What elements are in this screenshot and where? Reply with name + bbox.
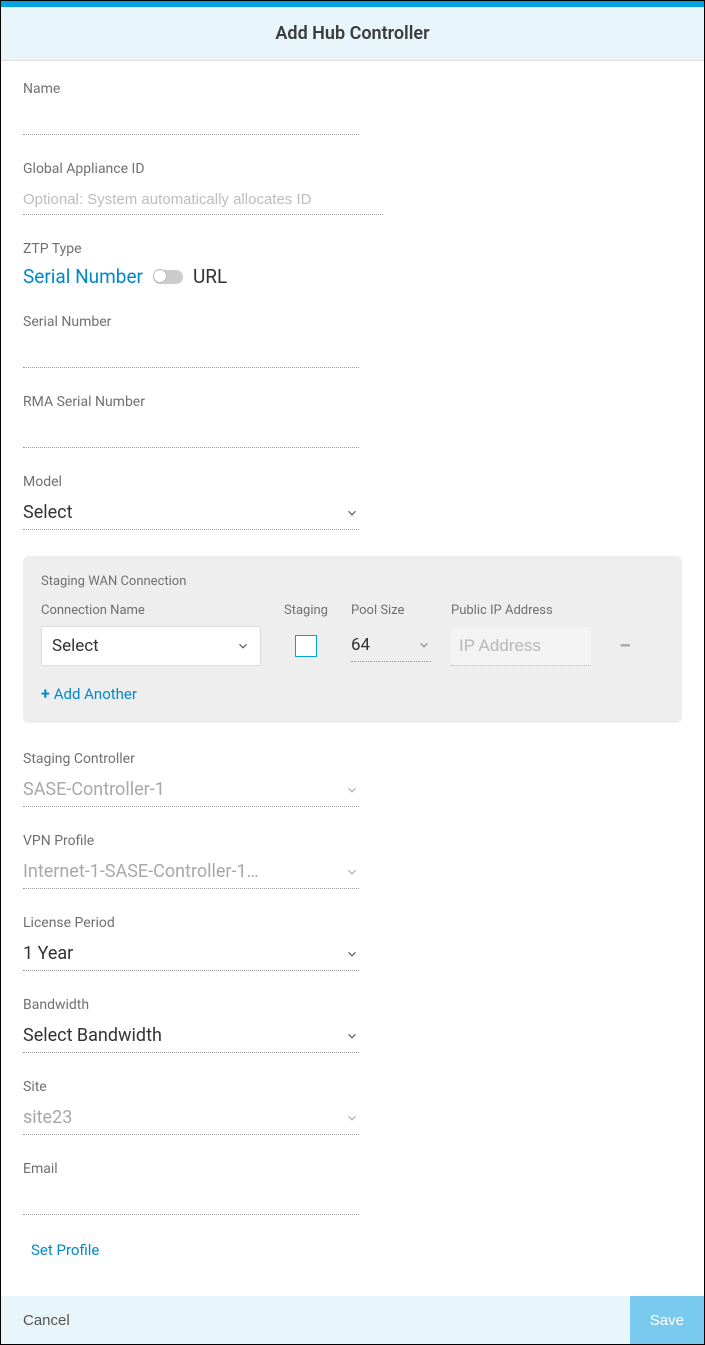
field-ztp-type: ZTP Type Serial Number URL [23, 241, 682, 288]
staging-checkbox[interactable] [295, 635, 317, 657]
plus-icon: + [41, 684, 50, 703]
field-model: Model Select [23, 474, 682, 530]
name-label: Name [23, 81, 682, 97]
staging-wan-section: Staging WAN Connection Connection Name S… [23, 556, 682, 723]
dialog-footer: Cancel Save [1, 1296, 704, 1344]
staging-title: Staging WAN Connection [41, 574, 664, 589]
field-serial-number: Serial Number [23, 314, 682, 368]
vpn-label: VPN Profile [23, 833, 682, 849]
model-label: Model [23, 474, 682, 490]
dialog-title: Add Hub Controller [17, 23, 688, 44]
license-value: 1 Year [23, 943, 73, 964]
connection-name-select[interactable]: Select [41, 626, 261, 666]
col-header-staging: Staging [281, 603, 331, 618]
staging-controller-select[interactable]: SASE-Controller-1 [23, 775, 359, 807]
rma-input[interactable] [23, 418, 359, 448]
chevron-down-icon [345, 506, 359, 520]
vpn-value: Internet-1-SASE-Controller-1… [23, 861, 259, 882]
set-profile-link[interactable]: Set Profile [31, 1241, 682, 1259]
license-period-select[interactable]: 1 Year [23, 939, 359, 971]
staging-controller-label: Staging Controller [23, 751, 682, 767]
field-global-appliance-id: Global Appliance ID [23, 161, 682, 215]
connection-name-value: Select [52, 636, 99, 656]
remove-row-icon[interactable]: − [611, 634, 631, 659]
model-value: Select [23, 502, 72, 523]
email-input[interactable] [23, 1185, 359, 1215]
public-ip-input[interactable] [451, 627, 591, 666]
chevron-down-icon [345, 1111, 359, 1125]
ztp-option-serial[interactable]: Serial Number [23, 265, 143, 288]
serial-label: Serial Number [23, 314, 682, 330]
model-select[interactable]: Select [23, 498, 359, 530]
chevron-down-icon [417, 638, 431, 652]
col-header-pool: Pool Size [351, 603, 431, 618]
save-button[interactable]: Save [630, 1296, 704, 1344]
global-id-input[interactable] [23, 185, 383, 215]
chevron-down-icon [345, 865, 359, 879]
add-another-button[interactable]: + Add Another [41, 684, 137, 703]
chevron-down-icon [345, 947, 359, 961]
toggle-knob-icon [153, 269, 167, 283]
vpn-profile-select[interactable]: Internet-1-SASE-Controller-1… [23, 857, 359, 889]
field-site: Site site23 [23, 1079, 682, 1135]
name-input[interactable] [23, 105, 359, 135]
bandwidth-value: Select Bandwidth [23, 1025, 162, 1046]
add-another-label: Add Another [54, 685, 137, 703]
field-vpn-profile: VPN Profile Internet-1-SASE-Controller-1… [23, 833, 682, 889]
field-staging-controller: Staging Controller SASE-Controller-1 [23, 751, 682, 807]
serial-input[interactable] [23, 338, 359, 368]
dialog-header: Add Hub Controller [1, 7, 704, 61]
field-email: Email [23, 1161, 682, 1215]
ztp-toggle[interactable]: Serial Number URL [23, 265, 682, 288]
staging-row: Select 64 − [41, 626, 664, 666]
col-header-connection: Connection Name [41, 603, 261, 618]
form-body: Name Global Appliance ID ZTP Type Serial… [1, 61, 704, 1296]
pool-size-select[interactable]: 64 [351, 631, 431, 662]
bandwidth-select[interactable]: Select Bandwidth [23, 1021, 359, 1053]
pool-size-value: 64 [351, 635, 370, 655]
site-label: Site [23, 1079, 682, 1095]
ztp-switch[interactable] [153, 270, 183, 284]
col-header-pubip: Public IP Address [451, 603, 591, 618]
global-id-label: Global Appliance ID [23, 161, 682, 177]
field-rma-serial: RMA Serial Number [23, 394, 682, 448]
staging-controller-value: SASE-Controller-1 [23, 779, 165, 800]
chevron-down-icon [345, 783, 359, 797]
chevron-down-icon [345, 1029, 359, 1043]
ztp-type-label: ZTP Type [23, 241, 682, 257]
field-name: Name [23, 81, 682, 135]
site-select[interactable]: site23 [23, 1103, 359, 1135]
ztp-option-url[interactable]: URL [193, 265, 227, 288]
cancel-button[interactable]: Cancel [1, 1296, 92, 1344]
field-bandwidth: Bandwidth Select Bandwidth [23, 997, 682, 1053]
staging-header-row: Connection Name Staging Pool Size Public… [41, 603, 664, 618]
license-label: License Period [23, 915, 682, 931]
site-value: site23 [23, 1107, 72, 1128]
email-label: Email [23, 1161, 682, 1177]
bandwidth-label: Bandwidth [23, 997, 682, 1013]
rma-label: RMA Serial Number [23, 394, 682, 410]
chevron-down-icon [236, 639, 250, 653]
field-license-period: License Period 1 Year [23, 915, 682, 971]
